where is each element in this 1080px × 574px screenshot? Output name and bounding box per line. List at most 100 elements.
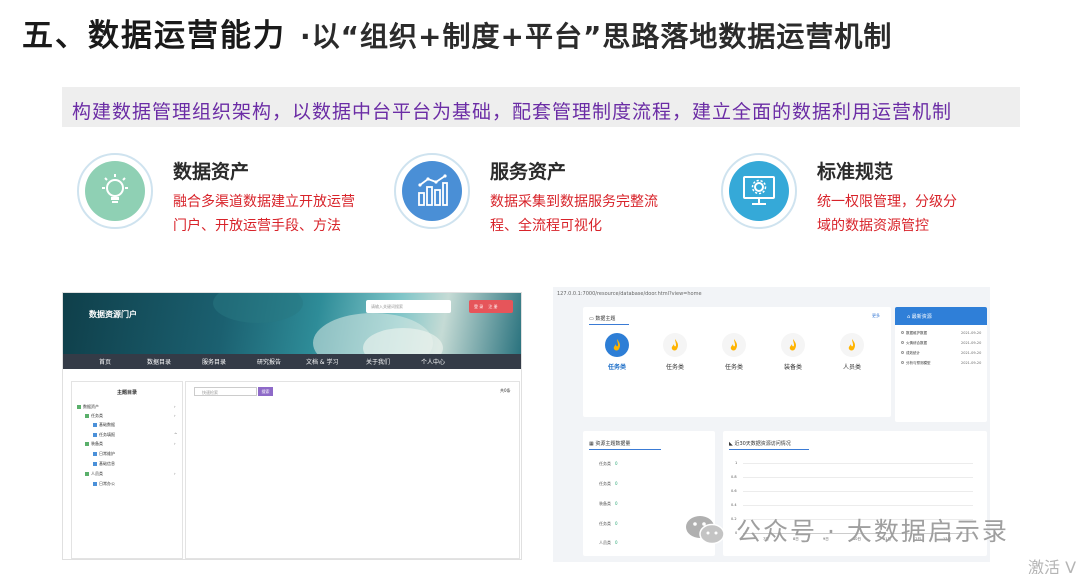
chevron-up-icon[interactable]: ^ [174, 432, 177, 437]
subtitle-banner: 构建数据管理组织架构，以数据中台平台为基础，配套管理制度流程，建立全面的数据利用… [62, 87, 1020, 127]
nav-personal[interactable]: 个人中心 [421, 357, 445, 366]
gridline [743, 477, 973, 478]
feature-title: 数据资产 [173, 161, 250, 183]
file-icon [93, 433, 97, 437]
y-tick: 0.4 [731, 503, 737, 507]
stat-row: 任务类 0 [599, 481, 618, 486]
nav-home[interactable]: 首页 [99, 357, 111, 366]
feature-desc-line: 域的数据资源管控 [817, 218, 929, 234]
tree-item[interactable]: 基础数据 [93, 422, 115, 428]
feature-desc-line: 门户、开放运营手段、方法 [173, 218, 341, 234]
watermark-text: 公众号 · 大数据启示录 [736, 517, 1009, 546]
feature-title: 标准规范 [817, 161, 894, 183]
nav-data-catalog[interactable]: 数据目录 [147, 357, 171, 366]
quick-search-input[interactable]: 快速检索 [194, 387, 257, 396]
folder-icon [77, 405, 81, 409]
nav-about[interactable]: 关于我们 [366, 357, 390, 366]
feature-desc: 数据采集到数据服务完整流 程、全流程可视化 [490, 190, 658, 238]
feature-icon-ring [721, 153, 797, 229]
feature-desc-line: 融合多渠道数据建立开放运营 [173, 194, 355, 210]
themes-card: ▭ 数据主题 更多 任务类 任务类 任务类 装备类 人员类 [583, 307, 891, 417]
tree-item[interactable]: 基础信息 [93, 461, 115, 467]
theme-item[interactable]: 人员类 [834, 333, 870, 371]
bar-chart-icon [402, 161, 462, 221]
file-icon [93, 482, 97, 486]
slide-title: 五、数据运营能力 ·以“组织+制度+平台”思路落地数据运营机制 [22, 10, 892, 55]
more-link[interactable]: 更多 [872, 313, 880, 319]
address-bar[interactable]: 127.0.0.1:7000/resource/database/door.ht… [557, 291, 702, 297]
feature-icon-ring [394, 153, 470, 229]
portal-banner: 数据资源门户 请输入关键词搜索 登 录 注 册 [63, 293, 521, 354]
portal-search-input[interactable]: 请输入关键词搜索 [366, 300, 451, 313]
wechat-icon [686, 516, 725, 545]
file-icon [93, 423, 97, 427]
chevron-right-icon[interactable]: › [174, 441, 176, 446]
theme-item[interactable]: 任务类 [599, 333, 635, 371]
file-icon [93, 462, 97, 466]
nav-reports[interactable]: 研究报告 [257, 357, 281, 366]
latest-item[interactable]: 分析与预测模型 2021-09-20 [901, 361, 987, 366]
feature-icon-ring [77, 153, 153, 229]
gridline [743, 491, 973, 492]
portal-nav: 首页 数据目录 服务目录 研究报告 文档 & 学习 关于我们 个人中心 [63, 354, 521, 369]
stat-row: 装备类 0 [599, 501, 618, 506]
nav-service-catalog[interactable]: 服务目录 [202, 357, 226, 366]
latest-title: ⌂ 最新资源 [895, 307, 987, 325]
title-main: 五、数据运营能力 [22, 18, 286, 54]
chevron-right-icon[interactable]: › [174, 413, 176, 418]
folder-icon [85, 442, 89, 446]
stat-row: 人员类 0 [599, 540, 618, 545]
portal-title: 数据资源门户 [89, 310, 137, 319]
title-sub: ·以“组织+制度+平台”思路落地数据运营机制 [300, 20, 893, 53]
tree-item[interactable]: 人员类 [85, 471, 103, 477]
folder-icon [85, 472, 89, 476]
login-register-buttons[interactable]: 登 录 注 册 [469, 300, 513, 313]
tree-item[interactable]: 装备类 [85, 441, 103, 447]
monitor-gear-icon [729, 161, 789, 221]
feature-desc-line: 统一权限管理，分级分 [817, 194, 957, 210]
wave-water [213, 293, 303, 323]
tree-item[interactable]: 任务填报 [93, 432, 115, 438]
latest-item[interactable]: 成效统计 2021-09-20 [901, 351, 987, 356]
gridline [743, 505, 973, 506]
watermark: 公众号 · 大数据启示录 [684, 512, 1009, 548]
chevron-right-icon[interactable]: › [174, 471, 176, 476]
feature-desc: 统一权限管理，分级分 域的数据资源管控 [817, 190, 957, 238]
title-underline [589, 324, 629, 325]
sidebar-title: 主题目录 [116, 390, 137, 396]
folder-icon [85, 414, 89, 418]
y-tick: 0.6 [731, 489, 737, 493]
trend-title: ◣ 近30天数据资源访问情况 [729, 441, 791, 447]
latest-item[interactable]: 火情综合数据 2021-09-20 [901, 341, 987, 346]
catalog-main-panel: 快速检索 搜索 共0条 [185, 381, 520, 559]
lightbulb-icon [85, 161, 145, 221]
stat-row: 任务类 0 [599, 461, 618, 466]
search-button[interactable]: 搜索 [258, 387, 273, 396]
nav-docs[interactable]: 文档 & 学习 [306, 357, 339, 366]
theme-item[interactable]: 装备类 [775, 333, 811, 371]
title-underline [589, 449, 661, 450]
theme-item[interactable]: 任务类 [657, 333, 693, 371]
latest-resources-card: ⌂ 最新资源 数据维护数据 2021-09-20 火情综合数据 2021-09-20… [895, 307, 987, 422]
theme-item[interactable]: 任务类 [716, 333, 752, 371]
tree-item[interactable]: 任务类 [85, 413, 103, 419]
themes-title: ▭ 数据主题 [589, 316, 616, 322]
tree-item[interactable]: 数据资产 [77, 404, 99, 410]
feature-desc-line: 数据采集到数据服务完整流 [490, 194, 658, 210]
stat-row: 任务类 0 [599, 521, 618, 526]
tree-item[interactable]: 日常办公 [93, 481, 115, 487]
flame-icon [663, 333, 687, 357]
y-tick: 1 [735, 461, 738, 465]
feature-desc-line: 程、全流程可视化 [490, 218, 602, 234]
feature-service-assets: 服务资产 数据采集到数据服务完整流 程、全流程可视化 [394, 153, 684, 234]
chevron-right-icon[interactable]: › [174, 404, 176, 409]
result-count: 共0条 [500, 388, 511, 393]
latest-item[interactable]: 数据维护数据 2021-09-20 [901, 331, 987, 336]
feature-standards: 标准规范 统一权限管理，分级分 域的数据资源管控 [721, 153, 981, 234]
theme-catalog-sidebar: 主题目录 数据资产 › 任务类 › 基础数据 任务填报 ^ 装备类 › 日常维护… [71, 381, 183, 559]
theme-label: 装备类 [783, 364, 802, 371]
theme-label: 任务类 [607, 364, 626, 371]
flame-icon [722, 333, 746, 357]
tree-item[interactable]: 日常维护 [93, 451, 115, 457]
subtitle-text: 构建数据管理组织架构，以数据中台平台为基础，配套管理制度流程，建立全面的数据利用… [72, 101, 953, 123]
